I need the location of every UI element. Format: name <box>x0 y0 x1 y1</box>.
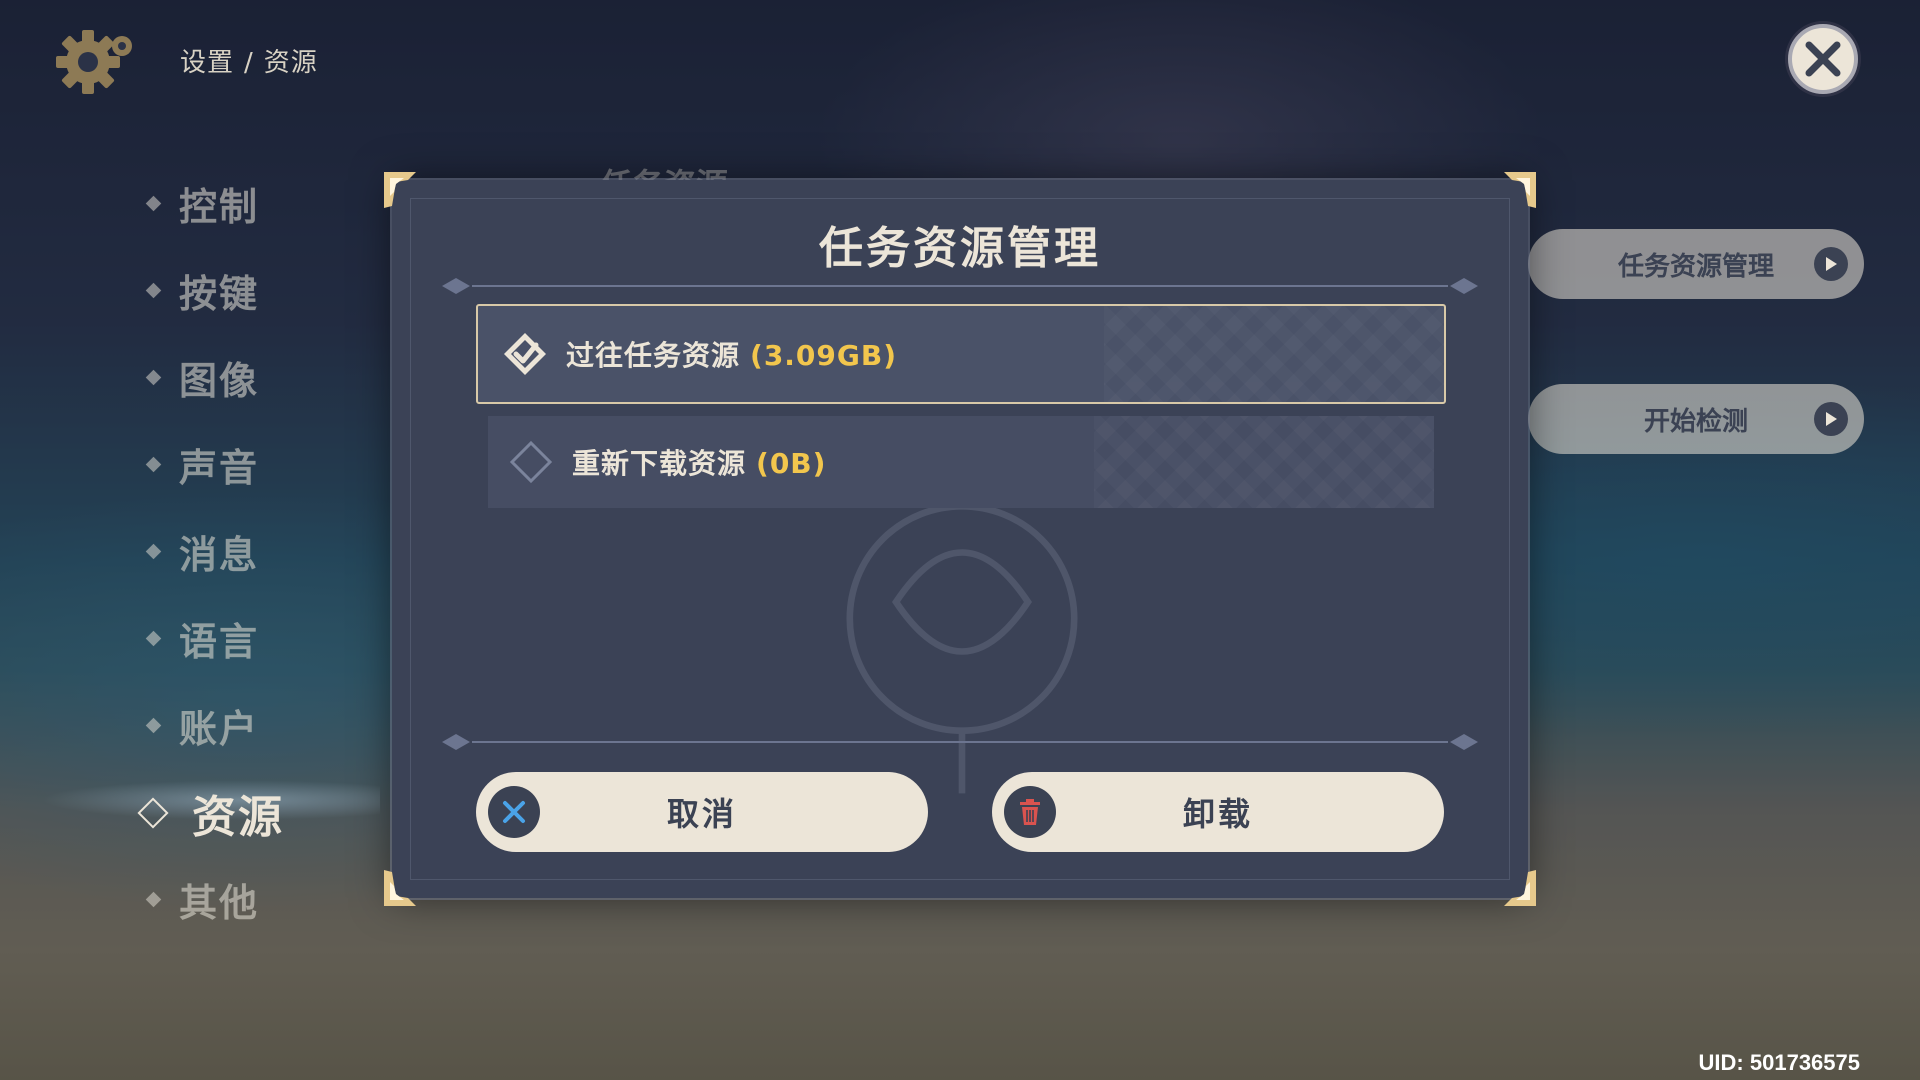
settings-sidebar: 控制 按键 图像 声音 消息 语言 账户 资源 其他 <box>137 160 284 943</box>
sidebar-item-messages[interactable]: 消息 <box>140 508 284 595</box>
diamond-bullet-icon <box>145 369 162 386</box>
button-label: 取消 <box>666 795 737 833</box>
diamond-bullet-icon <box>145 282 162 299</box>
option-label-text: 过往任务资源 <box>566 339 741 372</box>
trash-icon <box>1004 786 1056 838</box>
sidebar-item-label: 控制 <box>179 185 260 229</box>
diamond-bullet-icon <box>145 456 162 473</box>
option-label: 过往任务资源 (3.09GB) <box>566 334 897 374</box>
sidebar-item-label: 声音 <box>179 446 260 490</box>
option-label-text: 重新下载资源 <box>572 447 747 480</box>
sidebar-item-label: 其他 <box>179 881 260 925</box>
sidebar-item-controls[interactable]: 控制 <box>140 160 284 247</box>
option-size: (3.09GB) <box>750 339 898 372</box>
option-past-task-resources[interactable]: 过往任务资源 (3.09GB) <box>476 304 1446 404</box>
breadcrumb-separator: / <box>244 48 254 78</box>
ornament-divider <box>442 734 1478 750</box>
sidebar-item-resources[interactable]: 资源 <box>137 769 284 856</box>
sidebar-item-label: 消息 <box>179 533 260 577</box>
task-resource-manage-button[interactable]: 任务资源管理 <box>1528 229 1864 299</box>
sidebar-item-account[interactable]: 账户 <box>140 682 284 769</box>
close-button[interactable] <box>1788 24 1858 94</box>
sidebar-item-other[interactable]: 其他 <box>140 856 284 943</box>
empty-diamond-icon[interactable] <box>508 439 554 485</box>
option-pattern <box>1104 306 1444 402</box>
sidebar-item-audio[interactable]: 声音 <box>140 421 284 508</box>
sidebar-item-label: 语言 <box>179 620 260 664</box>
checkmark-diamond-icon[interactable] <box>502 331 548 377</box>
diamond-bullet-icon <box>145 891 162 908</box>
close-icon <box>1805 41 1841 77</box>
corner-ornament-icon <box>384 172 416 208</box>
cancel-button[interactable]: 取消 <box>476 772 928 852</box>
dialog-title: 任务资源管理 <box>819 223 1101 274</box>
diamond-bullet-icon <box>145 543 162 560</box>
sidebar-item-language[interactable]: 语言 <box>140 595 284 682</box>
uid-label: UID: 501736575 <box>1698 1050 1860 1075</box>
breadcrumb: 设置 / 资源 <box>180 42 318 79</box>
corner-ornament-icon <box>1504 870 1536 906</box>
task-resource-dialog: 任务资源管理 过往任务资源 (3.09GB) 重新下载资源 (0B) 取消 卸载 <box>384 172 1536 906</box>
diamond-bullet-icon <box>145 717 162 734</box>
arrow-right-icon <box>1814 402 1848 436</box>
breadcrumb-current: 资源 <box>263 48 318 78</box>
option-size: (0B) <box>756 447 827 480</box>
start-check-button[interactable]: 开始检测 <box>1528 384 1864 454</box>
diamond-bullet-icon <box>145 195 162 212</box>
option-pattern <box>1094 416 1434 508</box>
sidebar-item-graphics[interactable]: 图像 <box>140 334 284 421</box>
corner-ornament-icon <box>1504 172 1536 208</box>
sidebar-item-label: 账户 <box>179 707 260 751</box>
x-icon <box>488 786 540 838</box>
sidebar-item-keys[interactable]: 按键 <box>140 247 284 334</box>
uninstall-button[interactable]: 卸载 <box>992 772 1444 852</box>
gear-icon <box>56 30 132 94</box>
option-label: 重新下载资源 (0B) <box>572 442 826 482</box>
sidebar-item-label: 资源 <box>192 791 284 843</box>
arrow-right-icon <box>1814 247 1848 281</box>
section-header: 任务资源 <box>600 160 728 182</box>
diamond-bullet-icon <box>137 796 169 829</box>
sidebar-item-label: 按键 <box>179 272 260 316</box>
diamond-bullet-icon <box>145 630 162 647</box>
sidebar-item-label: 图像 <box>179 359 260 403</box>
corner-ornament-icon <box>384 870 416 906</box>
button-label: 卸载 <box>1182 795 1253 833</box>
option-redownload-resources[interactable]: 重新下载资源 (0B) <box>488 416 1434 508</box>
breadcrumb-parent: 设置 <box>180 48 235 78</box>
ornament-divider <box>442 278 1478 294</box>
